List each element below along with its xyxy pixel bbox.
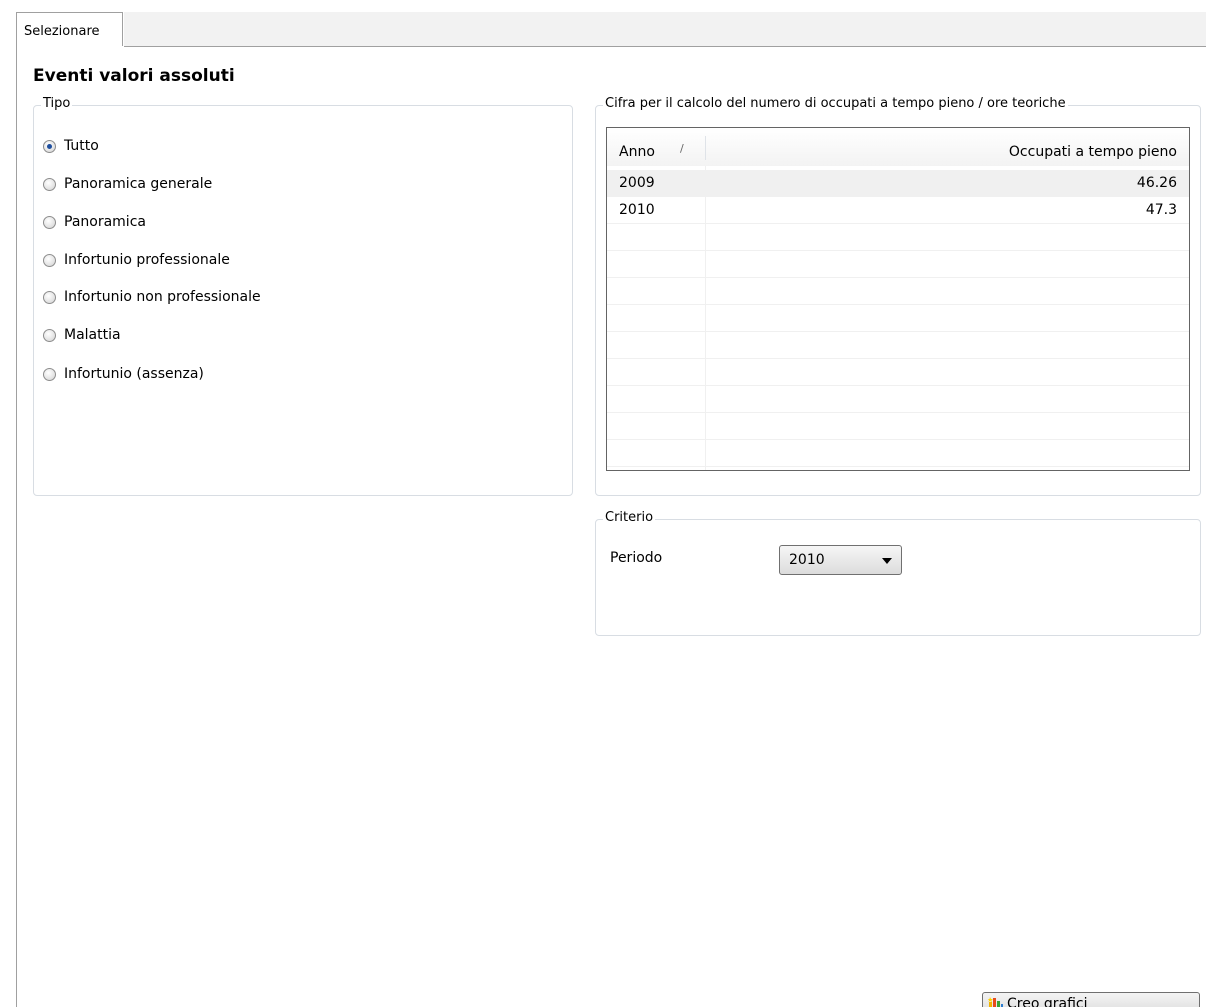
radio-icon[interactable] xyxy=(43,177,56,191)
tab-strip-divider xyxy=(124,46,1206,47)
radio-label: Infortunio professionale xyxy=(64,252,230,268)
criterio-groupbox: Criterio xyxy=(595,510,1201,636)
radio-label: Panoramica generale xyxy=(64,176,213,192)
radio-label: Malattia xyxy=(64,327,121,343)
tipo-legend: Tipo xyxy=(41,96,73,111)
tab-label: Selezionare xyxy=(24,24,100,39)
sort-indicator-icon: / xyxy=(680,142,684,155)
cell-anno: 2010 xyxy=(619,202,655,218)
criterio-legend: Criterio xyxy=(603,510,656,525)
radio-icon[interactable] xyxy=(43,215,56,229)
periodo-label: Periodo xyxy=(610,550,663,566)
radio-panoramica-generale[interactable]: Panoramica generale xyxy=(43,174,212,194)
radio-icon[interactable] xyxy=(43,290,56,304)
empty-row xyxy=(607,386,1189,413)
radio-infortunio-non-professionale[interactable]: Infortunio non professionale xyxy=(43,287,261,307)
tab-strip-background xyxy=(124,12,1206,46)
tab-strip: Selezionare xyxy=(0,0,1206,47)
empty-row xyxy=(607,413,1189,440)
radio-label: Infortunio (assenza) xyxy=(64,366,204,382)
grid-header: Anno / Occupati a tempo pieno xyxy=(607,128,1189,166)
tab-selezionare[interactable]: Selezionare xyxy=(16,12,123,46)
column-separator[interactable] xyxy=(705,136,706,160)
table-row[interactable]: 2010 47.3 xyxy=(607,197,1189,224)
empty-row xyxy=(607,359,1189,386)
occupati-grid[interactable]: Anno / Occupati a tempo pieno 2009 46.26… xyxy=(606,127,1190,471)
empty-row xyxy=(607,224,1189,251)
periodo-select[interactable]: 2010 xyxy=(779,545,902,575)
bar-chart-icon xyxy=(988,997,1003,1007)
cell-occupati: 46.26 xyxy=(1136,175,1177,191)
cell-anno: 2009 xyxy=(619,175,655,191)
column-header-anno[interactable]: Anno xyxy=(619,144,655,160)
radio-malattia[interactable]: Malattia xyxy=(43,325,121,345)
empty-row xyxy=(607,278,1189,305)
radio-label: Tutto xyxy=(64,138,99,154)
window: Selezionare Eventi valori assoluti Tipo … xyxy=(0,0,1206,1007)
chevron-down-icon[interactable] xyxy=(882,558,892,564)
cell-occupati: 47.3 xyxy=(1145,202,1177,218)
column-header-occupati[interactable]: Occupati a tempo pieno xyxy=(1009,144,1177,160)
radio-infortunio-assenza[interactable]: Infortunio (assenza) xyxy=(43,364,204,384)
radio-panoramica[interactable]: Panoramica xyxy=(43,212,146,232)
empty-row xyxy=(607,440,1189,467)
radio-icon[interactable] xyxy=(43,367,56,381)
empty-row xyxy=(607,305,1189,332)
radio-icon[interactable] xyxy=(43,139,56,153)
periodo-selected-value: 2010 xyxy=(789,552,825,568)
cifra-legend: Cifra per il calcolo del numero di occup… xyxy=(603,96,1068,111)
empty-row xyxy=(607,332,1189,359)
radio-icon[interactable] xyxy=(43,328,56,342)
creo-grafici-button[interactable]: Creo grafici xyxy=(982,992,1200,1007)
empty-row xyxy=(607,251,1189,278)
button-label: Creo grafici xyxy=(1007,996,1088,1007)
radio-infortunio-professionale[interactable]: Infortunio professionale xyxy=(43,250,230,270)
table-row[interactable]: 2009 46.26 xyxy=(607,170,1189,197)
page-border xyxy=(16,46,17,1007)
radio-label: Panoramica xyxy=(64,214,146,230)
radio-tutto[interactable]: Tutto xyxy=(43,136,99,156)
radio-icon[interactable] xyxy=(43,253,56,267)
radio-label: Infortunio non professionale xyxy=(64,289,261,305)
page-title: Eventi valori assoluti xyxy=(33,66,235,86)
